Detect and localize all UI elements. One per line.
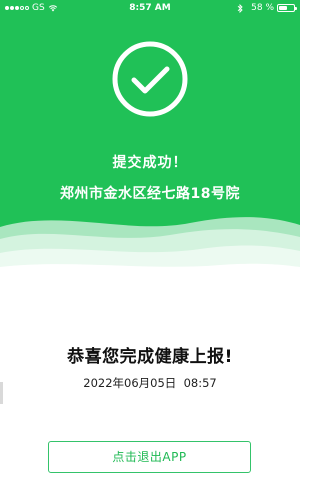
status-bar: GS 8:57 AM 58 % bbox=[0, 0, 300, 16]
edge-indicator bbox=[0, 382, 3, 404]
success-title: 提交成功！ bbox=[112, 155, 188, 171]
status-right: 58 % bbox=[237, 0, 297, 16]
bluetooth-icon bbox=[237, 3, 243, 13]
battery-percent: 58 % bbox=[251, 3, 274, 13]
wave-decoration bbox=[0, 217, 300, 285]
battery-level bbox=[279, 6, 288, 10]
success-screen: GS 8:57 AM 58 % 提交成功！ 郑州市金水区经七路18号院 恭喜您完… bbox=[0, 0, 300, 483]
congrats-message: 恭喜您完成健康上报! bbox=[67, 347, 233, 367]
address-text: 郑州市金水区经七路18号院 bbox=[60, 186, 240, 202]
checkmark-icon bbox=[112, 41, 188, 117]
battery-icon bbox=[277, 4, 297, 12]
report-datetime: 2022年06月05日 08:57 bbox=[83, 376, 217, 390]
exit-app-button[interactable]: 点击退出APP bbox=[48, 441, 251, 473]
battery-tip bbox=[295, 7, 297, 10]
